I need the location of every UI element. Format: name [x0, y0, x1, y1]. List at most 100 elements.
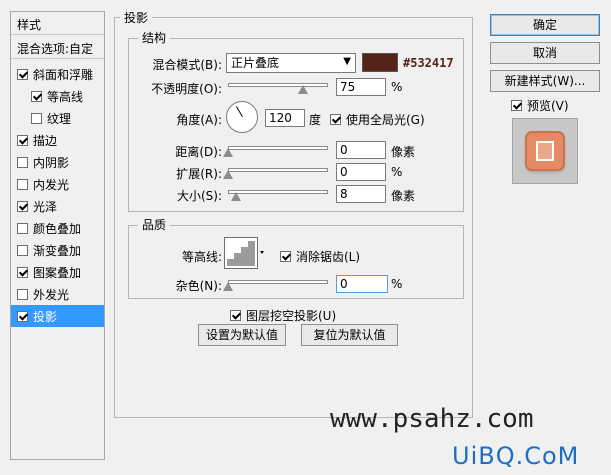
antialias-label: 消除锯齿(L) [296, 250, 361, 264]
ok-button[interactable]: 确定 [490, 14, 600, 36]
section-title: 投影 [120, 9, 153, 26]
style-item[interactable]: 纹理 [11, 107, 104, 129]
divider [11, 58, 104, 59]
distance-unit: 像素 [391, 145, 416, 159]
styles-list-panel: 样式 混合选项:自定 斜面和浮雕等高线纹理描边内阴影内发光光泽颜色叠加渐变叠加图… [10, 11, 105, 460]
global-light-label: 使用全局光(G) [346, 113, 425, 127]
slider-track [228, 146, 328, 150]
preview-tile-inner [536, 141, 554, 161]
checkbox[interactable] [17, 134, 28, 146]
checkbox[interactable] [17, 266, 28, 278]
slider-thumb[interactable] [223, 282, 233, 291]
checkbox[interactable] [31, 112, 42, 124]
checkbox[interactable] [330, 114, 341, 125]
slider-track [228, 190, 328, 194]
checkbox[interactable] [17, 310, 28, 322]
noise-label: 杂色(N): [175, 279, 222, 293]
slider-thumb[interactable] [223, 170, 233, 179]
spread-slider[interactable] [223, 168, 328, 182]
checkbox[interactable] [17, 200, 28, 212]
style-item-label: 纹理 [47, 111, 72, 126]
blend-mode-label: 混合模式(B): [152, 58, 222, 72]
size-unit: 像素 [391, 189, 416, 203]
global-light-checkbox[interactable]: 使用全局光(G) [330, 111, 425, 128]
size-slider[interactable] [228, 190, 328, 204]
angle-unit: 度 [309, 113, 322, 127]
make-default-button[interactable]: 设置为默认值 [198, 324, 286, 346]
reset-default-button[interactable]: 复位为默认值 [301, 324, 398, 346]
watermark-brand: UiBQ.CoM [452, 442, 580, 470]
style-preview-thumbnail [512, 118, 578, 184]
distance-input[interactable]: 0 [336, 141, 386, 159]
noise-input[interactable]: 0 [336, 275, 388, 293]
chevron-down-icon: ▼ [343, 56, 351, 67]
antialias-checkbox[interactable]: 消除锯齿(L) [280, 248, 360, 265]
watermark-site: www.psahz.com [330, 404, 534, 434]
checkbox[interactable] [17, 156, 28, 168]
checkbox[interactable] [17, 222, 28, 234]
style-item[interactable]: 投影 [11, 305, 104, 327]
style-item[interactable]: 图案叠加 [11, 261, 104, 283]
blend-options-item[interactable]: 混合选项:自定 [17, 40, 93, 57]
distance-label: 距离(D): [175, 145, 222, 159]
checkbox[interactable] [17, 244, 28, 256]
styles-title[interactable]: 样式 [17, 16, 41, 33]
preview-label: 预览(V) [527, 99, 569, 113]
style-item[interactable]: 描边 [11, 129, 104, 151]
opacity-label: 不透明度(O): [151, 82, 222, 96]
style-item[interactable]: 光泽 [11, 195, 104, 217]
style-item-label: 内发光 [33, 177, 70, 192]
slider-thumb[interactable] [298, 85, 308, 94]
checkbox[interactable] [17, 288, 28, 300]
slider-thumb[interactable] [223, 148, 233, 157]
slider-thumb[interactable] [231, 192, 241, 201]
style-item[interactable]: 内发光 [11, 173, 104, 195]
spread-unit: % [391, 165, 403, 179]
style-item-label: 内阴影 [33, 155, 70, 170]
style-item[interactable]: 等高线 [11, 85, 104, 107]
angle-input[interactable]: 120 [265, 109, 305, 127]
checkbox[interactable] [17, 178, 28, 190]
noise-unit: % [391, 277, 403, 291]
angle-dial-needle [236, 106, 243, 117]
shadow-color-hex: #532417 [403, 56, 454, 70]
style-item-label: 外发光 [33, 287, 70, 302]
shadow-color-swatch[interactable] [362, 53, 398, 72]
new-style-button[interactable]: 新建样式(W)... [490, 70, 600, 92]
style-item[interactable]: 颜色叠加 [11, 217, 104, 239]
cancel-button[interactable]: 取消 [490, 42, 600, 64]
opacity-unit: % [391, 80, 403, 94]
checkbox[interactable] [511, 100, 522, 111]
style-item-label: 斜面和浮雕 [33, 67, 94, 82]
knockout-checkbox[interactable]: 图层挖空投影(U) [230, 307, 336, 324]
style-item[interactable]: 渐变叠加 [11, 239, 104, 261]
checkbox[interactable] [31, 90, 42, 102]
opacity-input[interactable]: 75 [336, 78, 386, 96]
angle-dial[interactable] [226, 101, 258, 133]
preview-tile [527, 133, 563, 169]
contour-label: 等高线: [181, 250, 222, 264]
checkbox[interactable] [17, 68, 28, 80]
knockout-label: 图层挖空投影(U) [246, 309, 337, 323]
spread-input[interactable]: 0 [336, 163, 386, 181]
style-item[interactable]: 外发光 [11, 283, 104, 305]
checkbox[interactable] [230, 310, 241, 321]
style-item[interactable]: 斜面和浮雕 [11, 63, 104, 85]
distance-slider[interactable] [223, 146, 328, 160]
style-item-label: 渐变叠加 [33, 243, 82, 258]
preview-checkbox[interactable]: 预览(V) [511, 97, 569, 114]
quality-title: 品质 [138, 216, 171, 233]
blend-mode-select[interactable]: 正片叠底 ▼ [226, 53, 356, 73]
structure-title: 结构 [138, 29, 171, 46]
contour-staircase-icon [224, 237, 264, 269]
size-input[interactable]: 8 [336, 185, 386, 203]
style-item-label: 图案叠加 [33, 265, 82, 280]
checkbox[interactable] [280, 251, 291, 262]
opacity-slider[interactable] [228, 83, 328, 97]
noise-slider[interactable] [223, 280, 328, 294]
style-item-label: 光泽 [33, 199, 58, 214]
style-item-label: 颜色叠加 [33, 221, 82, 236]
style-item[interactable]: 内阴影 [11, 151, 104, 173]
divider [11, 34, 104, 35]
contour-picker[interactable] [224, 237, 266, 269]
